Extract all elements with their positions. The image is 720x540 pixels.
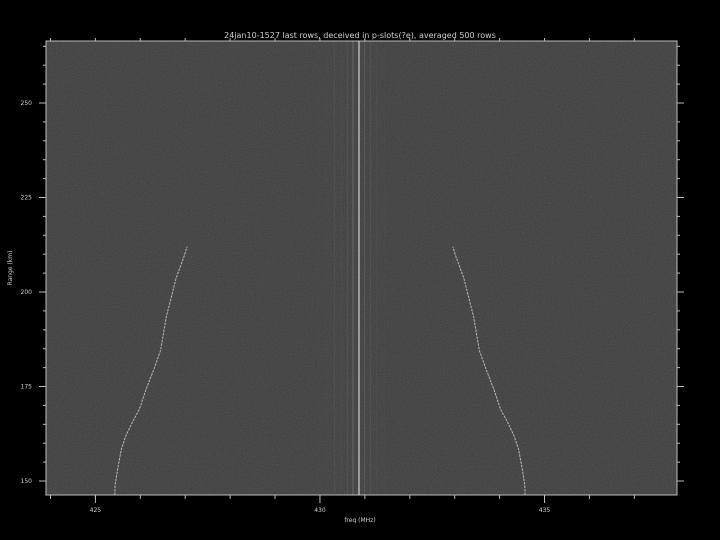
spectrogram-chart: 24jan10-1527 last rows, deceived in p-sl… xyxy=(7,31,684,524)
x-tick-label: 425 xyxy=(90,507,102,514)
y-tick-label: 200 xyxy=(21,289,33,296)
x-axis-label: freq (MHz) xyxy=(344,517,375,524)
noise-texture xyxy=(46,41,677,495)
y-tick-label: 225 xyxy=(21,194,33,201)
y-axis-label: Range (km) xyxy=(7,251,14,286)
x-tick-label: 435 xyxy=(539,507,551,514)
y-tick-label: 150 xyxy=(21,478,33,485)
x-tick-label: 430 xyxy=(314,507,326,514)
plot-area xyxy=(45,40,678,496)
y-tick-label: 175 xyxy=(21,384,33,391)
y-tick-label: 250 xyxy=(21,100,33,107)
